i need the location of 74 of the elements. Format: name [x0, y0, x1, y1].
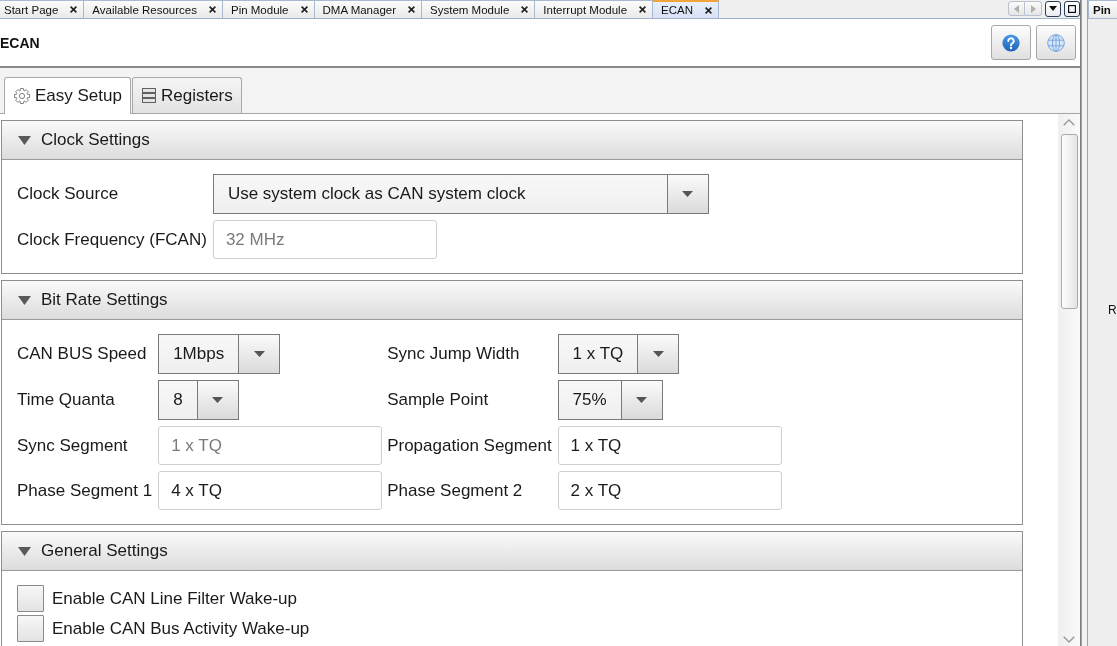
panel-tab[interactable]: Pin	[1088, 0, 1117, 19]
dropdown[interactable]: Use system clock as CAN system clock	[212, 174, 709, 214]
checkbox-label: Enable CAN Bus Activity Wake-up	[52, 618, 310, 639]
document-tab[interactable]: System Module	[422, 0, 536, 18]
view-tab[interactable]: Registers	[131, 77, 242, 113]
dropdown-arrow-button[interactable]	[620, 381, 662, 419]
maximize-icon	[1068, 4, 1076, 13]
close-icon[interactable]	[408, 6, 416, 13]
dropdown[interactable]: 1Mbps	[158, 334, 281, 374]
dropdown-arrow-button[interactable]	[666, 175, 708, 213]
close-icon[interactable]	[521, 6, 529, 13]
document-tab[interactable]: Start Page	[0, 0, 85, 18]
caret-icon	[1049, 6, 1057, 11]
document-tab[interactable]: Available Resources	[84, 0, 223, 18]
left-triangle-icon	[1014, 4, 1019, 13]
caret-icon	[682, 191, 694, 197]
text-field[interactable]: 4 x TQ	[158, 471, 383, 510]
field-label: Sync Segment	[17, 435, 129, 456]
field-label: Phase Segment 1	[17, 480, 154, 501]
caret-icon	[212, 397, 224, 403]
field-label: Clock Source	[17, 184, 120, 204]
close-icon[interactable]	[705, 6, 712, 14]
section-header[interactable]: Clock Settings	[2, 121, 1022, 160]
globe-icon	[1047, 33, 1065, 52]
editor-title: ECAN	[0, 34, 41, 51]
help-icon	[1002, 33, 1020, 52]
scrollbar[interactable]	[1058, 114, 1080, 646]
caret-icon	[253, 351, 265, 357]
section-header[interactable]: General Settings	[2, 532, 1022, 571]
close-icon[interactable]	[70, 6, 78, 13]
field-label: Propagation Segment	[387, 435, 553, 456]
document-tab[interactable]: ECAN	[653, 0, 719, 18]
field-label: Clock Frequency (FCAN)	[17, 229, 208, 250]
tab-list-button[interactable]	[1045, 0, 1061, 17]
gear-icon	[14, 88, 30, 104]
section-header[interactable]: Bit Rate Settings	[2, 281, 1022, 320]
checkbox[interactable]	[17, 615, 44, 642]
panel-text: R	[1108, 303, 1117, 317]
scroll-left-button[interactable]	[1008, 1, 1025, 16]
dropdown[interactable]: 8	[158, 380, 239, 420]
chevron-up-icon[interactable]	[1063, 119, 1075, 126]
chevron-down-icon[interactable]	[1063, 636, 1075, 643]
dropdown[interactable]: 75%	[557, 380, 663, 420]
dropdown-arrow-button[interactable]	[637, 335, 679, 373]
caret-icon	[636, 397, 648, 403]
dropdown[interactable]: 1 x TQ	[557, 334, 680, 374]
document-tab[interactable]: Interrupt Module	[535, 0, 654, 18]
view-tab[interactable]: Easy Setup	[4, 77, 131, 114]
field-label: Sync Jump Width	[387, 344, 521, 364]
maximize-button[interactable]	[1064, 0, 1080, 17]
field-label: Time Quanta	[17, 390, 116, 410]
text-field[interactable]: 2 x TQ	[557, 471, 782, 510]
close-icon[interactable]	[639, 6, 647, 13]
list-icon	[141, 88, 156, 103]
section-title: Bit Rate Settings	[41, 290, 168, 310]
close-icon[interactable]	[300, 6, 308, 13]
dropdown-arrow-button[interactable]	[238, 335, 280, 373]
dropdown-arrow-button[interactable]	[196, 381, 238, 419]
field-label: Sample Point	[387, 390, 490, 410]
scrollbar-thumb[interactable]	[1060, 134, 1078, 309]
section-title: General Settings	[41, 541, 168, 561]
close-icon[interactable]	[208, 6, 216, 13]
field-label: CAN BUS Speed	[17, 344, 148, 364]
caret-icon	[652, 351, 664, 357]
help-button[interactable]	[991, 25, 1031, 60]
right-triangle-icon	[1030, 4, 1036, 13]
checkbox[interactable]	[17, 585, 44, 612]
document-tab[interactable]: Pin Module	[222, 0, 315, 18]
document-tab[interactable]: DMA Manager	[314, 0, 423, 18]
checkbox-label: Enable CAN Line Filter Wake-up	[52, 588, 298, 609]
text-field[interactable]: 1 x TQ	[557, 426, 782, 465]
section-title: Clock Settings	[41, 130, 150, 150]
globe-button[interactable]	[1036, 25, 1076, 60]
field-label: Phase Segment 2	[387, 480, 524, 501]
